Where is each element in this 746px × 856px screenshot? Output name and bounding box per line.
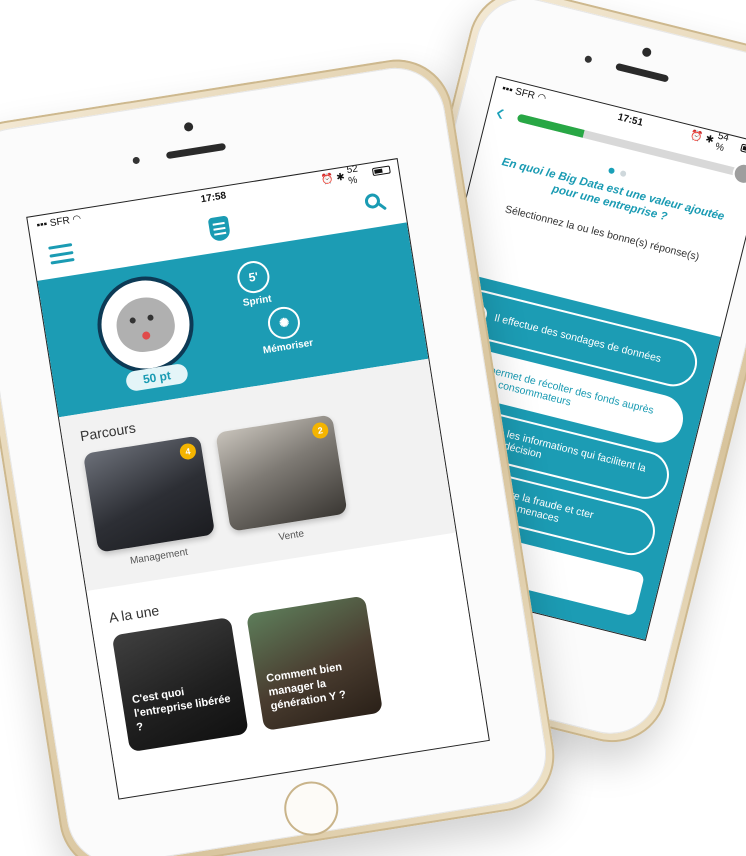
chevron-left-icon[interactable]: ‹ [493, 99, 507, 127]
course-image: 4 [82, 435, 216, 553]
carrier-text: SFR [514, 85, 537, 102]
page-dot [619, 169, 627, 178]
sprint-mode-button[interactable]: 5' Sprint [235, 258, 274, 309]
avatar[interactable] [90, 269, 201, 380]
course-card[interactable]: 4 Management [82, 435, 218, 571]
battery-icon [372, 165, 391, 177]
status-time: 17:58 [199, 189, 227, 205]
level-badge: 4 [178, 442, 198, 461]
menu-icon[interactable] [48, 243, 75, 265]
bluetooth-icon: ✱ [704, 133, 716, 146]
featured-article-card[interactable]: C'est quoi l'entreprise libérée ? [111, 616, 249, 753]
avatar-face [112, 293, 179, 356]
carrier-text: SFR [49, 214, 71, 229]
stopwatch-icon: 5' [235, 258, 272, 296]
battery-level [374, 168, 383, 174]
bluetooth-icon: ✱ [335, 171, 346, 184]
course-card[interactable]: 2 Vente [215, 414, 350, 550]
search-icon[interactable] [363, 191, 389, 216]
alarm-icon: ⏰ [689, 129, 704, 144]
alarm-icon: ⏰ [320, 172, 335, 186]
memorize-label: Mémoriser [262, 337, 314, 357]
featured-title: Comment bien manager la génération Y ? [265, 661, 347, 713]
battery-percent: 52 % [345, 163, 359, 187]
level-badge: 2 [311, 421, 330, 440]
page-dot-active [607, 167, 616, 175]
featured-title: C'est quoi l'entreprise libérée ? [131, 686, 232, 734]
course-image: 2 [215, 414, 348, 532]
memorize-mode-button[interactable]: ✺ Mémoriser [257, 303, 314, 356]
battery-icon [740, 143, 746, 156]
quiz-progress-fill [516, 113, 585, 138]
avatar [730, 160, 746, 188]
sprint-label: Sprint [242, 293, 273, 309]
app-logo-icon [207, 215, 232, 243]
answer-text: Il effectue des sondages de données [493, 311, 663, 366]
featured-article-card[interactable]: Comment bien manager la génération Y ? [246, 595, 384, 731]
brain-icon: ✺ [265, 304, 303, 342]
